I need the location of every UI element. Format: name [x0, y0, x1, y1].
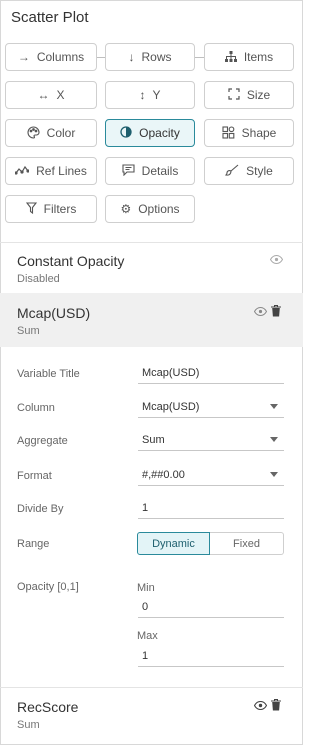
- format-label: Format: [17, 470, 52, 482]
- gear-icon: ⚙: [120, 202, 132, 216]
- max-value: 1: [142, 649, 149, 662]
- size-label: Size: [246, 88, 271, 102]
- rows-button[interactable]: ↓ Rows: [105, 43, 195, 71]
- section-divider: [0, 687, 303, 688]
- chevron-down-icon: [270, 437, 278, 442]
- divide-by-value: 1: [142, 501, 149, 514]
- shape-button[interactable]: Shape: [204, 119, 294, 147]
- variable-title-input[interactable]: Mcap(USD): [138, 362, 284, 384]
- style-label: Style: [246, 164, 273, 178]
- min-input[interactable]: 0: [138, 596, 284, 618]
- variable-name: Mcap(USD): [17, 305, 91, 321]
- variable-title-label: Variable Title: [17, 368, 80, 380]
- range-dynamic-toggle[interactable]: Dynamic: [137, 532, 210, 555]
- max-input[interactable]: 1: [138, 645, 284, 667]
- columns-button[interactable]: → Columns: [5, 43, 97, 71]
- chevron-down-icon: [270, 404, 278, 409]
- trend-line-icon: [14, 165, 30, 177]
- shape-label: Shape: [241, 126, 277, 140]
- opacity-icon: [120, 126, 132, 140]
- options-label: Options: [138, 202, 180, 216]
- columns-label: Columns: [36, 50, 85, 64]
- range-fixed-toggle[interactable]: Fixed: [210, 532, 284, 555]
- column-label: Column: [17, 402, 55, 414]
- format-select[interactable]: #,##0.00: [138, 464, 284, 486]
- opacity-range-label: Opacity [0,1]: [17, 581, 79, 593]
- hierarchy-icon: [224, 50, 237, 64]
- options-button[interactable]: ⚙ Options: [105, 195, 195, 223]
- next-variable-aggregate: Sum: [17, 719, 40, 731]
- aggregate-label: Aggregate: [17, 435, 68, 447]
- vertical-arrows-icon: ↕: [139, 88, 146, 102]
- opacity-label: Opacity: [139, 126, 180, 140]
- divide-by-input[interactable]: 1: [138, 497, 284, 519]
- next-variable-name: RecScore: [17, 699, 79, 715]
- details-label: Details: [141, 164, 179, 178]
- format-value: #,##0.00: [142, 468, 185, 481]
- filters-button[interactable]: Filters: [5, 195, 97, 223]
- size-button[interactable]: Size: [204, 81, 294, 109]
- constant-opacity-title: Constant Opacity: [17, 253, 125, 269]
- ref-lines-button[interactable]: Ref Lines: [5, 157, 97, 185]
- items-button[interactable]: Items: [204, 43, 294, 71]
- palette-icon: [27, 125, 40, 141]
- column-select[interactable]: Mcap(USD): [138, 396, 284, 418]
- shapes-icon: [222, 125, 235, 141]
- min-value: 0: [142, 600, 149, 613]
- eye-icon[interactable]: [254, 307, 267, 316]
- x-label: X: [56, 88, 65, 102]
- y-label: Y: [152, 88, 161, 102]
- aggregate-value: Sum: [142, 433, 165, 446]
- min-label: Min: [137, 582, 155, 594]
- paint-brush-icon: [225, 164, 239, 178]
- arrow-down-icon: ↓: [128, 50, 135, 64]
- eye-icon[interactable]: [254, 701, 267, 710]
- details-button[interactable]: Details: [105, 157, 195, 185]
- eye-icon[interactable]: [270, 255, 283, 264]
- style-button[interactable]: Style: [204, 157, 294, 185]
- variable-aggregate: Sum: [17, 325, 40, 337]
- trash-icon[interactable]: [271, 699, 281, 711]
- color-label: Color: [46, 126, 76, 140]
- opacity-button[interactable]: Opacity: [105, 119, 195, 147]
- divide-by-label: Divide By: [17, 503, 64, 515]
- max-label: Max: [137, 630, 158, 642]
- x-axis-button[interactable]: ↔ X: [5, 81, 97, 109]
- filter-icon: [25, 202, 37, 216]
- column-value: Mcap(USD): [142, 400, 200, 413]
- aggregate-select[interactable]: Sum: [138, 429, 284, 451]
- trash-icon[interactable]: [271, 305, 281, 317]
- y-axis-button[interactable]: ↕ Y: [105, 81, 195, 109]
- range-label: Range: [17, 538, 50, 550]
- flow-connector: [195, 57, 204, 58]
- constant-opacity-status: Disabled: [17, 273, 60, 285]
- horizontal-arrows-icon: ↔: [37, 88, 50, 102]
- variable-title-value: Mcap(USD): [142, 366, 200, 379]
- rows-label: Rows: [141, 50, 172, 64]
- chevron-down-icon: [270, 472, 278, 477]
- comment-icon: [122, 164, 135, 178]
- flow-connector: [97, 57, 105, 58]
- filters-label: Filters: [43, 202, 77, 216]
- section-divider: [0, 242, 303, 243]
- items-label: Items: [243, 50, 274, 64]
- panel-title: Scatter Plot: [11, 9, 89, 26]
- color-button[interactable]: Color: [5, 119, 97, 147]
- arrow-right-icon: →: [17, 50, 30, 64]
- expand-corners-icon: [228, 88, 240, 102]
- ref-lines-label: Ref Lines: [36, 164, 87, 178]
